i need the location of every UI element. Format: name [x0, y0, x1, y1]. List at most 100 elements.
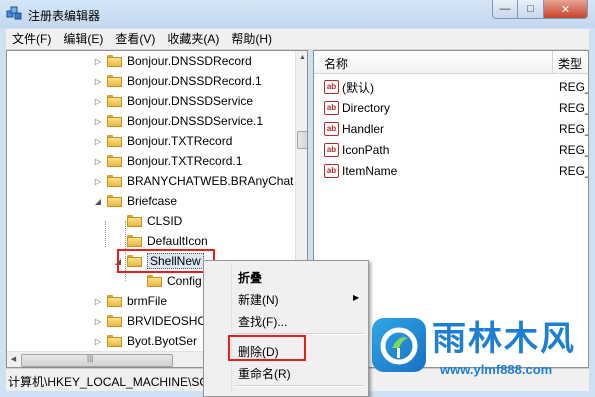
ab-string-icon: ab: [324, 164, 339, 178]
close-button[interactable]: ✕: [544, 0, 588, 19]
value-row[interactable]: ab Directory REG_: [324, 98, 589, 118]
expand-arrow-icon[interactable]: ▷: [93, 137, 103, 146]
watermark-title: 雨林木风: [432, 319, 576, 359]
ab-string-icon: ab: [324, 80, 339, 94]
tree-item-label: CLSID: [147, 214, 183, 228]
tree-item-label: DefaultIcon: [147, 234, 208, 248]
hscroll-thumb[interactable]: [21, 354, 173, 367]
tree-item-label: Config: [167, 274, 202, 288]
tree-item-label: Bonjour.TXTRecord.1: [127, 154, 243, 168]
tree-item-label: BRANYCHATWEB.BRAnyChat: [127, 174, 294, 188]
watermark: 雨林木风 www.ylmf888.com: [372, 318, 590, 388]
value-name: Handler: [342, 122, 385, 136]
collapse-arrow-icon[interactable]: ◢: [93, 197, 103, 206]
tree-item[interactable]: CLSID: [113, 211, 182, 231]
menu-item-collapse[interactable]: 折叠: [238, 269, 262, 286]
tree-item[interactable]: ▷ Bonjour.TXTRecord.1: [93, 151, 242, 171]
folder-icon: [107, 95, 122, 107]
column-header-type[interactable]: 类型: [558, 55, 582, 72]
value-row[interactable]: ab IconPath REG_: [324, 140, 589, 160]
expand-arrow-icon[interactable]: ▷: [93, 177, 103, 186]
tree-item[interactable]: ▷ BRANYCHATWEB.BRAnyChat: [93, 171, 294, 191]
tree-item-label: Bonjour.DNSSDService.1: [127, 114, 264, 128]
folder-icon: [107, 195, 122, 207]
tree-item[interactable]: ▷ Bonjour.DNSSDRecord: [93, 51, 252, 71]
list-header: 名称 类型: [314, 51, 588, 74]
tree-item-label: BRVIDEOSHO: [127, 314, 207, 328]
value-row[interactable]: ab ItemName REG_: [324, 161, 589, 181]
menu-help[interactable]: 帮助(H): [225, 29, 278, 49]
ab-string-icon: ab: [324, 122, 339, 136]
expand-arrow-icon[interactable]: ▷: [93, 317, 103, 326]
status-path: 计算机\HKEY_LOCAL_MACHINE\SO: [8, 375, 209, 389]
tree-item[interactable]: ▷ Bonjour.DNSSDService.1: [93, 111, 263, 131]
tree-item[interactable]: DefaultIcon: [113, 231, 208, 251]
tree-item[interactable]: Config: [133, 271, 202, 291]
menu-view[interactable]: 查看(V): [109, 29, 161, 49]
expand-arrow-icon[interactable]: ▷: [93, 117, 103, 126]
tree-item-label: Bonjour.DNSSDRecord: [127, 54, 252, 68]
expand-arrow-icon[interactable]: ▷: [93, 297, 103, 306]
close-icon: ✕: [560, 3, 571, 16]
tree-item-label: Bonjour.DNSSDRecord.1: [127, 74, 262, 88]
column-divider[interactable]: [552, 51, 553, 73]
scroll-thumb[interactable]: [297, 131, 307, 149]
ab-string-icon: ab: [324, 143, 339, 157]
value-type: REG_: [559, 122, 589, 136]
tree-item[interactable]: ▷ Bonjour.TXTRecord: [93, 131, 232, 151]
value-type: REG_: [559, 80, 589, 94]
tree-item[interactable]: ▷ Byot.ByotSer: [93, 331, 197, 351]
scroll-left-icon[interactable]: ◀: [7, 353, 20, 367]
shellnew-highlight-box: [117, 249, 215, 273]
folder-icon: [107, 55, 122, 67]
expand-arrow-icon[interactable]: ▷: [93, 77, 103, 86]
value-name: Directory: [342, 101, 391, 115]
folder-icon: [107, 335, 122, 347]
menu-edit[interactable]: 编辑(E): [57, 29, 109, 49]
tree-item[interactable]: ▷ BRVIDEOSHO: [93, 311, 207, 331]
menu-separator: [234, 385, 364, 387]
value-type: REG_: [559, 164, 589, 178]
grip-icon: |||: [87, 354, 94, 363]
delete-highlight-box: [228, 335, 306, 361]
value-name: (默认): [342, 80, 374, 95]
folder-icon: [147, 275, 162, 287]
context-menu: 折叠 新建(N) ▶ 查找(F)... 删除(D) 重命名(R): [203, 260, 369, 397]
value-type: REG_: [559, 101, 589, 115]
expand-arrow-icon[interactable]: ▷: [93, 57, 103, 66]
menu-item-new[interactable]: 新建(N): [238, 291, 279, 308]
window-title: 注册表编辑器: [28, 9, 101, 23]
tree-item-label: Byot.ByotSer: [127, 334, 198, 348]
expand-arrow-icon[interactable]: ▷: [93, 157, 103, 166]
expand-arrow-icon[interactable]: ▷: [93, 337, 103, 346]
value-type: REG_: [559, 143, 589, 157]
menu-gutter: [231, 263, 232, 394]
scroll-up-icon[interactable]: ▲: [296, 51, 307, 65]
folder-icon: [107, 155, 122, 167]
tree-item[interactable]: ▷ Bonjour.DNSSDService: [93, 91, 253, 111]
tree-item-briefcase[interactable]: ◢ Briefcase: [93, 191, 177, 211]
folder-icon: [127, 215, 142, 227]
ab-string-icon: ab: [324, 101, 339, 115]
value-row[interactable]: ab Handler REG_: [324, 119, 589, 139]
menu-item-rename[interactable]: 重命名(R): [238, 365, 291, 382]
folder-icon: [107, 75, 122, 87]
folder-icon: [107, 135, 122, 147]
tree-item-label: Briefcase: [127, 194, 178, 208]
column-header-name[interactable]: 名称: [324, 55, 348, 72]
minimize-button[interactable]: —: [492, 0, 518, 19]
regedit-app-icon: [6, 6, 22, 20]
expand-arrow-icon[interactable]: ▷: [93, 97, 103, 106]
menu-file[interactable]: 文件(F): [6, 29, 57, 49]
ylmf-logo-icon: [372, 318, 426, 372]
menu-bar: 文件(F) 编辑(E) 查看(V) 收藏夹(A) 帮助(H): [6, 29, 589, 50]
watermark-url: www.ylmf888.com: [440, 362, 553, 377]
menu-favorites[interactable]: 收藏夹(A): [161, 29, 225, 49]
tree-item-label: Bonjour.DNSSDService: [127, 94, 254, 108]
tree-item[interactable]: ▷ brmFile: [93, 291, 167, 311]
maximize-button[interactable]: □: [518, 0, 544, 19]
folder-icon: [107, 295, 122, 307]
tree-item[interactable]: ▷ Bonjour.DNSSDRecord.1: [93, 71, 262, 91]
value-row[interactable]: ab (默认) REG_: [324, 77, 589, 97]
menu-item-find[interactable]: 查找(F)...: [238, 313, 287, 330]
